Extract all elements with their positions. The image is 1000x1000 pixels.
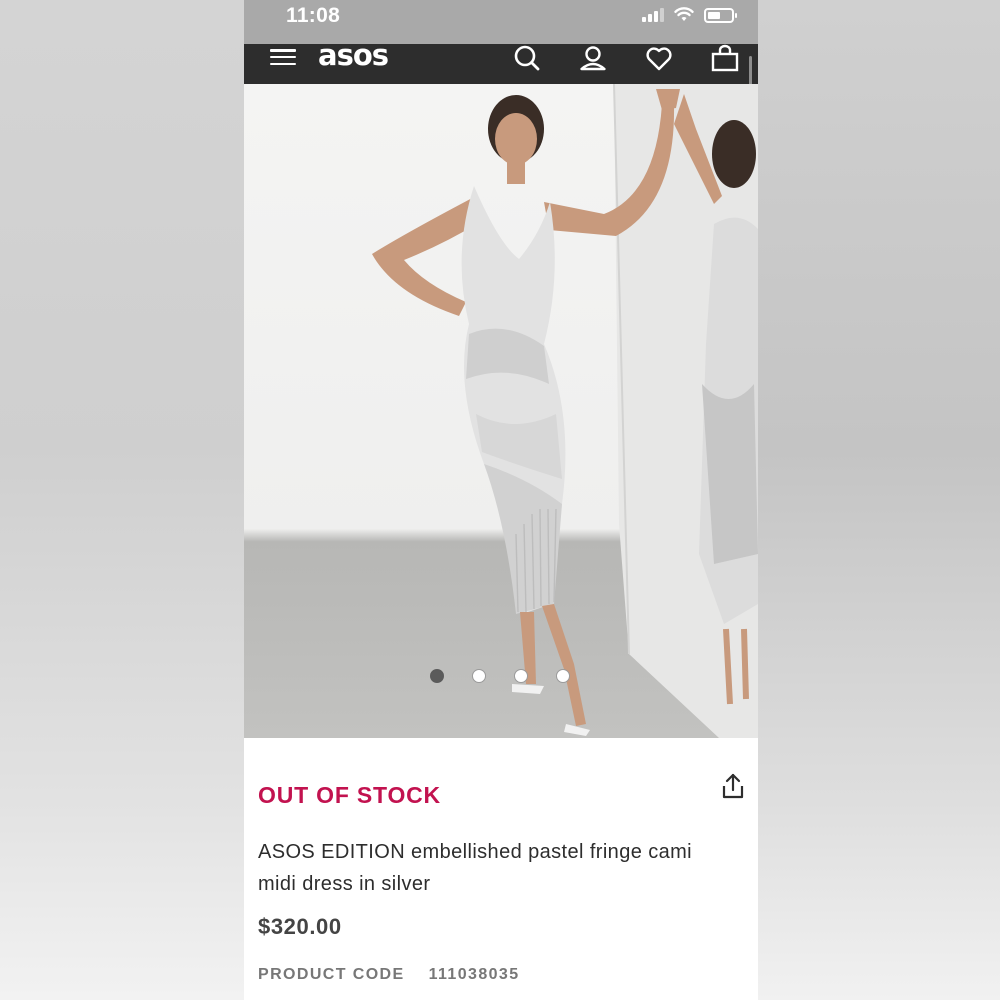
status-time: 11:08 xyxy=(286,4,341,27)
product-price: $320.00 xyxy=(258,914,342,939)
phone-screen: 11:08 asos OUT OF STOCK ASOS EDITION emb… xyxy=(244,0,758,1000)
menu-icon[interactable] xyxy=(270,46,296,68)
backdrop-right xyxy=(758,0,1000,1000)
carousel-dot[interactable] xyxy=(472,669,486,683)
product-photo xyxy=(372,84,758,738)
carousel-dot[interactable] xyxy=(514,669,528,683)
asos-logo[interactable]: asos xyxy=(318,38,389,72)
status-icons xyxy=(642,7,737,23)
top-navigation: asos xyxy=(244,38,758,84)
wifi-icon xyxy=(674,7,694,21)
account-icon[interactable] xyxy=(578,44,608,74)
stock-status: OUT OF STOCK xyxy=(258,782,441,808)
share-icon[interactable] xyxy=(720,772,746,800)
carousel-dot[interactable] xyxy=(556,669,570,683)
search-icon[interactable] xyxy=(512,44,542,74)
carousel-dots xyxy=(430,669,570,683)
product-name: ASOS EDITION embellished pastel fringe c… xyxy=(258,841,693,895)
product-code-label: PRODUCT CODE xyxy=(258,966,405,983)
carousel-dot[interactable] xyxy=(430,669,444,683)
product-image[interactable] xyxy=(244,84,758,738)
product-info: OUT OF STOCK ASOS EDITION embellished pa… xyxy=(244,738,758,1000)
heart-icon[interactable] xyxy=(644,44,674,74)
signal-icon xyxy=(642,8,664,22)
product-code-row: PRODUCT CODE 111038035 xyxy=(258,966,520,984)
product-code-value: 111038035 xyxy=(428,966,520,983)
battery-icon xyxy=(704,7,737,23)
bag-icon[interactable] xyxy=(710,44,740,74)
backdrop-left xyxy=(0,0,244,1000)
